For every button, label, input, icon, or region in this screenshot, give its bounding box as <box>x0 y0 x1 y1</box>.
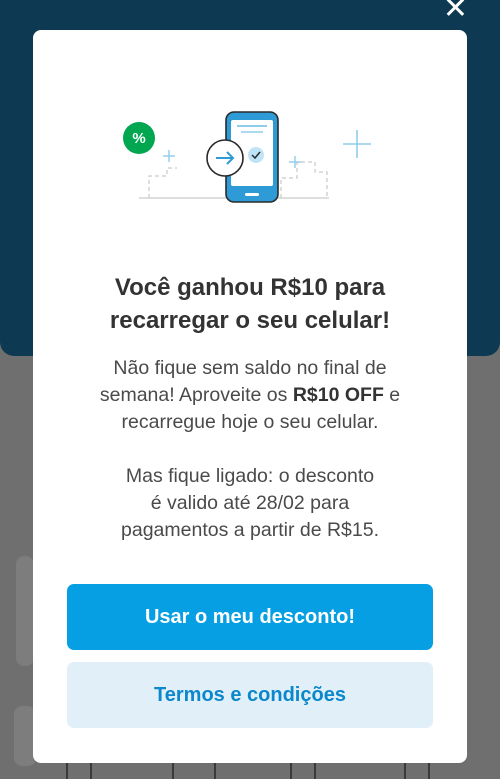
arrow-right-icon <box>206 139 244 177</box>
body-line: pagamentos a partir de R$15. <box>121 519 379 541</box>
barcode-icon <box>172 761 216 779</box>
title-line: recarregar o seu celular! <box>109 307 391 334</box>
use-discount-button[interactable]: Usar o meu desconto! <box>67 584 433 650</box>
background-card <box>16 556 34 666</box>
badge-symbol: % <box>132 130 145 147</box>
check-icon <box>248 147 264 163</box>
body-text: e <box>383 384 401 406</box>
body-line: Mas fique ligado: o desconto <box>125 465 375 487</box>
body-line: recarregue hoje o seu celular. <box>121 411 379 433</box>
terms-button[interactable]: Termos e condições <box>67 662 433 728</box>
modal-description: Não fique sem saldo no final de semana! … <box>53 355 447 544</box>
transfer-icon <box>66 761 92 779</box>
phone-icon <box>404 761 430 779</box>
title-line: Você ganhou R$10 para <box>114 274 386 301</box>
close-icon[interactable]: ✕ <box>443 0 468 24</box>
body-line: semana! Aproveite os R$10 OFF e <box>53 382 447 409</box>
modal-title: Você ganhou R$10 para recarregar o seu c… <box>53 271 447 337</box>
plus-icon <box>289 156 301 168</box>
promo-modal: % Você ganhou R$10 para recarregar o seu… <box>33 30 467 763</box>
plus-icon <box>343 130 371 158</box>
buildings-right <box>280 161 328 198</box>
discount-amount: R$10 OFF <box>292 384 384 406</box>
body-line: é valido até 28/02 para <box>150 492 350 514</box>
body-text: semana! Aproveite os <box>99 384 293 406</box>
store-icon <box>290 761 316 779</box>
body-line: Não fique sem saldo no final de <box>113 357 387 379</box>
discount-badge-icon: % <box>123 122 155 154</box>
plus-icon <box>163 150 175 162</box>
buildings-left <box>148 167 177 198</box>
recharge-illustration: % <box>123 111 371 203</box>
